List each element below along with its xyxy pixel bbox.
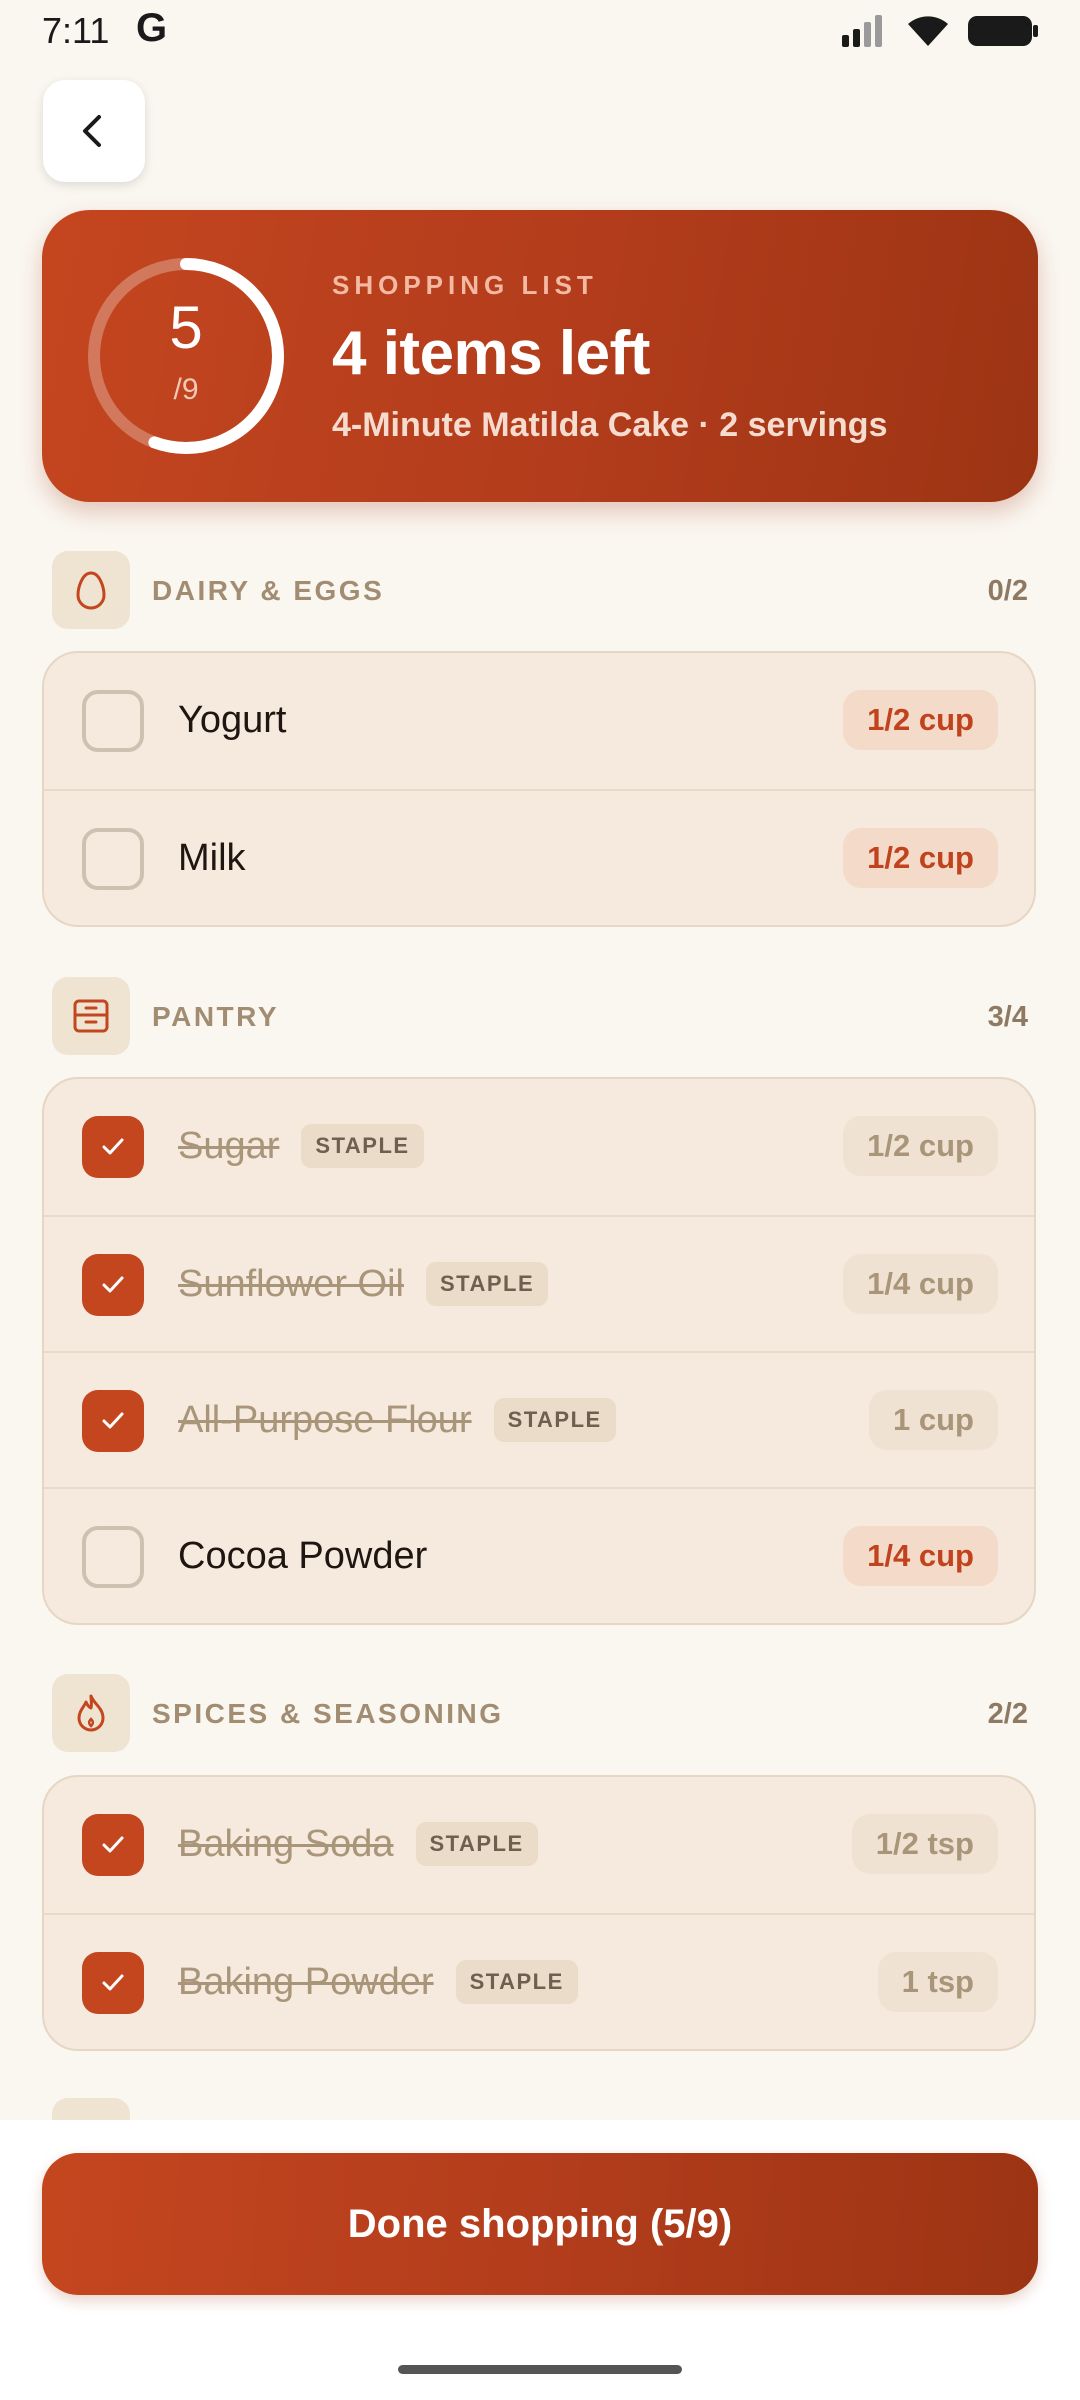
done-shopping-button[interactable]: Done shopping (5/9) xyxy=(42,2153,1038,2295)
shopping-list-kicker: SHOPPING LIST xyxy=(332,270,598,300)
status-time: 7:11 xyxy=(42,10,110,51)
staple-badge: STAPLE xyxy=(301,1124,424,1168)
item-name: Baking Powder xyxy=(178,1960,434,2003)
section-title: PANTRY xyxy=(152,1001,279,1032)
wifi-icon xyxy=(908,16,948,46)
list-item[interactable]: Sugar STAPLE 1/2 cup xyxy=(44,1079,1034,1215)
item-quantity: 1/4 cup xyxy=(843,1526,998,1586)
flame-icon xyxy=(52,1674,130,1752)
list-item[interactable]: Yogurt 1/2 cup xyxy=(44,653,1034,789)
item-quantity: 1/2 cup xyxy=(843,690,998,750)
staple-badge: STAPLE xyxy=(455,1960,578,2004)
item-checkbox[interactable] xyxy=(82,1390,144,1452)
item-name: Sunflower Oil xyxy=(178,1262,404,1305)
item-name: Baking Soda xyxy=(178,1822,394,1865)
section-header-dairy-eggs: DAIRY & EGGS 0/2 xyxy=(52,551,1028,631)
check-icon xyxy=(102,1276,124,1293)
section-count: 2/2 xyxy=(987,1698,1028,1730)
check-icon xyxy=(102,1138,124,1155)
section-title: SPICES & SEASONING xyxy=(152,1698,504,1729)
chevron-left-icon xyxy=(83,115,101,147)
item-name: Milk xyxy=(178,836,246,879)
item-checkbox[interactable] xyxy=(82,690,144,752)
section-card-pantry: Sugar STAPLE 1/2 cup Sunflower Oil STAPL… xyxy=(42,1077,1036,1625)
check-icon xyxy=(102,1974,124,1991)
google-app-icon: G xyxy=(136,6,168,50)
list-item[interactable]: All-Purpose Flour STAPLE 1 cup xyxy=(44,1351,1034,1487)
item-name: Yogurt xyxy=(178,698,287,741)
item-checkbox[interactable] xyxy=(82,1814,144,1876)
list-item[interactable]: Sunflower Oil STAPLE 1/4 cup xyxy=(44,1215,1034,1351)
check-icon xyxy=(102,1836,124,1853)
section-card-dairy-eggs: Yogurt 1/2 cup Milk 1/2 cup xyxy=(42,651,1036,927)
list-item[interactable]: Baking Powder STAPLE 1 tsp xyxy=(44,1913,1034,2049)
signal-icon xyxy=(842,15,882,47)
checked-count: 5 xyxy=(169,294,203,361)
item-quantity: 1/2 tsp xyxy=(851,1814,998,1874)
item-name: Cocoa Powder xyxy=(178,1534,428,1577)
total-count: /9 xyxy=(173,373,199,406)
item-quantity: 1 tsp xyxy=(877,1952,998,2012)
status-icons xyxy=(842,14,1040,48)
home-indicator[interactable] xyxy=(398,2365,682,2374)
items-left-title: 4 items left xyxy=(332,319,650,388)
shopping-summary-card: 5 /9 SHOPPING LIST 4 items left 4-Minute… xyxy=(42,210,1038,502)
item-quantity: 1/2 cup xyxy=(843,828,998,888)
item-checkbox[interactable] xyxy=(82,828,144,890)
item-checkbox[interactable] xyxy=(82,1526,144,1588)
section-count: 3/4 xyxy=(987,1001,1028,1033)
staple-badge: STAPLE xyxy=(425,1262,549,1306)
recipe-subtitle: 4-Minute Matilda Cake · 2 servings xyxy=(332,406,888,444)
egg-icon xyxy=(52,551,130,629)
section-card-spices-seasoning: Baking Soda STAPLE 1/2 tsp Baking Powder… xyxy=(42,1775,1036,2051)
section-header-pantry: PANTRY 3/4 xyxy=(52,977,1028,1057)
item-quantity: 1/2 cup xyxy=(843,1116,998,1176)
item-quantity: 1 cup xyxy=(869,1390,998,1450)
item-checkbox[interactable] xyxy=(82,1952,144,2014)
item-checkbox[interactable] xyxy=(82,1254,144,1316)
item-name: All-Purpose Flour xyxy=(178,1398,472,1441)
status-bar: 7:11 G xyxy=(0,0,1080,62)
item-checkbox[interactable] xyxy=(82,1116,144,1178)
staple-badge: STAPLE xyxy=(415,1822,538,1866)
pantry-box-icon xyxy=(52,977,130,1055)
item-quantity: 1/4 cup xyxy=(843,1254,998,1314)
check-icon xyxy=(102,1412,124,1429)
list-item[interactable]: Baking Soda STAPLE 1/2 tsp xyxy=(44,1777,1034,1913)
item-name: Sugar xyxy=(178,1124,280,1167)
battery-icon xyxy=(968,16,1038,46)
section-header-spices-seasoning: SPICES & SEASONING 2/2 xyxy=(52,1674,1028,1754)
back-button[interactable] xyxy=(43,80,145,182)
staple-badge: STAPLE xyxy=(493,1398,616,1442)
list-item[interactable]: Milk 1/2 cup xyxy=(44,789,1034,925)
section-count: 0/2 xyxy=(987,575,1028,607)
list-item[interactable]: Cocoa Powder 1/4 cup xyxy=(44,1487,1034,1623)
section-title: DAIRY & EGGS xyxy=(152,575,385,606)
